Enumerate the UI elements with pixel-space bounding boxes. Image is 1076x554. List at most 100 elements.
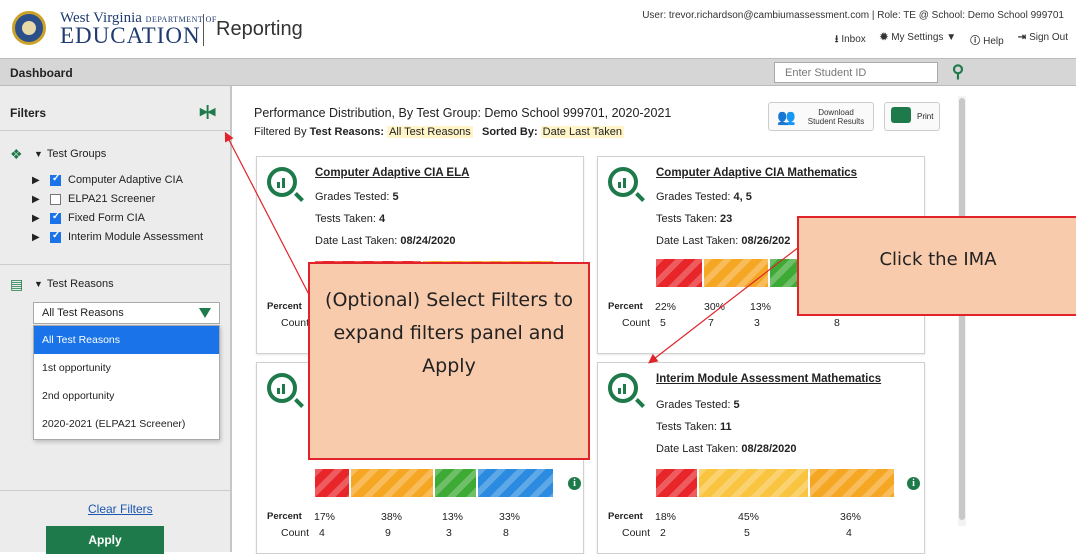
test-group-item[interactable]: ▶ Fixed Form CIA xyxy=(32,211,146,225)
info-icon[interactable]: i xyxy=(568,477,581,490)
test-reasons-icon: ▤ xyxy=(10,276,24,292)
card-title-link[interactable]: Computer Adaptive CIA ELA xyxy=(315,167,469,179)
info-icon[interactable]: i xyxy=(907,477,920,490)
percent-value: 22% xyxy=(655,301,677,313)
tests-label: Tests Taken: xyxy=(656,421,717,433)
date-last-taken: Date Last Taken: 08/24/2020 xyxy=(315,235,455,247)
date-label: Date Last Taken: xyxy=(315,235,398,247)
date-last-taken: Date Last Taken: 08/26/202 xyxy=(656,235,790,247)
card-title-link[interactable]: Interim Module Assessment Mathematics xyxy=(656,373,881,385)
level-segment xyxy=(351,469,435,497)
tests-taken: Tests Taken: 23 xyxy=(656,213,732,225)
apply-button[interactable]: Apply xyxy=(46,526,164,554)
download-label-line2: Student Results xyxy=(807,117,865,126)
inbox-link[interactable]: ⭳ Inbox xyxy=(835,32,866,49)
sorted-by-label: Sorted By: xyxy=(481,126,538,138)
card-title-link[interactable]: Computer Adaptive CIA Mathematics xyxy=(656,167,857,179)
level-segment xyxy=(656,469,700,497)
performance-bar xyxy=(656,469,896,497)
level-segment xyxy=(435,469,479,497)
count-value: 3 xyxy=(446,527,452,539)
checkbox[interactable] xyxy=(50,230,61,243)
collapse-panel-icon[interactable]: ▸|◂ xyxy=(200,102,215,120)
expand-arrow-icon[interactable]: ▶ xyxy=(32,213,40,224)
date-label: Date Last Taken: xyxy=(656,235,739,247)
sorted-by-value: Date Last Taken xyxy=(540,126,624,138)
help-link[interactable]: ⓘ Help xyxy=(970,32,1004,49)
test-reasons-toggle[interactable]: ▤ ▼ Test Reasons xyxy=(10,276,114,292)
checkbox[interactable] xyxy=(50,211,61,224)
performance-bar xyxy=(656,259,806,287)
download-label-line1: Download xyxy=(818,108,854,117)
test-reasons-label: Test Reasons xyxy=(46,278,114,290)
sign-out-link[interactable]: ⇥ Sign Out xyxy=(1018,32,1068,49)
sign-out-icon: ⇥ xyxy=(1017,32,1027,43)
printer-icon xyxy=(891,107,911,123)
test-group-item[interactable]: ▶ Interim Module Assessment xyxy=(32,230,204,244)
test-group-item[interactable]: ▶ ELPA21 Screener xyxy=(32,193,155,205)
expand-arrow-icon[interactable]: ▶ xyxy=(32,232,40,243)
magnifier-chart-icon xyxy=(267,373,297,403)
dropdown-option[interactable]: 2020-2021 (ELPA21 Screener) xyxy=(34,410,219,438)
tests-label: Tests Taken: xyxy=(315,213,376,225)
tests-value: 23 xyxy=(720,213,733,225)
date-label: Date Last Taken: xyxy=(656,443,739,455)
expanded-triangle-icon: ▼ xyxy=(34,149,43,159)
search-icon[interactable]: ⚲ xyxy=(944,62,972,83)
expand-arrow-icon[interactable]: ▶ xyxy=(32,175,40,186)
student-id-input[interactable] xyxy=(774,62,938,83)
expand-arrow-icon[interactable]: ▶ xyxy=(32,194,40,205)
grades-label: Grades Tested: xyxy=(315,191,390,203)
test-reasons-summary-value: All Test Reasons xyxy=(387,126,473,138)
dropdown-option[interactable]: All Test Reasons xyxy=(34,326,219,354)
selected-reason: All Test Reasons xyxy=(42,307,124,319)
checkbox[interactable] xyxy=(50,173,61,186)
download-student-results-button[interactable]: 👥 Download Student Results xyxy=(768,102,874,131)
count-value: 2 xyxy=(660,527,666,539)
test-group-label: Interim Module Assessment xyxy=(68,231,204,243)
filters-panel: Filters ▸|◂ ❖ ▼ Test Groups ▶ Computer Ad… xyxy=(0,86,232,554)
test-groups-toggle[interactable]: ❖ ▼ Test Groups xyxy=(10,146,106,162)
level-segment xyxy=(809,469,896,497)
percent-value: 13% xyxy=(750,301,772,313)
print-button[interactable]: Print xyxy=(884,102,940,131)
percent-value: 13% xyxy=(442,511,464,523)
filters-heading: Filters xyxy=(10,106,47,120)
test-group-label: Fixed Form CIA xyxy=(68,212,146,224)
help-label: Help xyxy=(983,36,1004,47)
test-reasons-summary-label: Test Reasons: xyxy=(309,126,385,138)
state-seal-logo xyxy=(12,11,46,45)
dropdown-option[interactable]: 2nd opportunity xyxy=(34,382,219,410)
sign-out-label: Sign Out xyxy=(1029,32,1068,43)
magnifier-chart-icon xyxy=(608,167,638,197)
divider xyxy=(0,130,230,131)
percent-value: 38% xyxy=(381,511,403,523)
level-segment xyxy=(656,259,704,287)
top-links: ⭳ Inbox ✹ My Settings ▼ ⓘ Help ⇥ Sign Out xyxy=(835,32,1068,49)
count-value: 9 xyxy=(385,527,391,539)
divider xyxy=(0,490,230,491)
count-row-label: Count xyxy=(281,317,310,329)
my-settings-link[interactable]: ✹ My Settings ▼ xyxy=(880,32,956,49)
test-group-card: Interim Module Assessment Mathematics Gr… xyxy=(597,362,925,554)
test-group-item[interactable]: ▶ Computer Adaptive CIA xyxy=(32,173,183,187)
percent-row-label: Percent xyxy=(267,511,302,522)
dropdown-option[interactable]: 1st opportunity xyxy=(34,354,219,382)
count-value: 5 xyxy=(744,527,750,539)
checkbox[interactable] xyxy=(50,193,61,205)
grades-value: 4, 5 xyxy=(733,191,752,203)
page-title: Performance Distribution, By Test Group:… xyxy=(254,106,672,120)
count-value: 4 xyxy=(319,527,325,539)
percent-value: 36% xyxy=(840,511,862,523)
count-value: 8 xyxy=(503,527,509,539)
app-header: West Virginia DEPARTMENT OF EDUCATION Re… xyxy=(0,0,1076,56)
count-value: 3 xyxy=(754,317,760,329)
test-group-label: ELPA21 Screener xyxy=(68,193,156,205)
user-role-info: User: trevor.richardson@cambiumassessmen… xyxy=(642,10,1064,21)
test-reasons-select[interactable]: All Test Reasons xyxy=(33,302,220,324)
percent-value: 30% xyxy=(704,301,726,313)
percent-value: 45% xyxy=(738,511,760,523)
clear-filters-link[interactable]: Clear Filters xyxy=(88,502,153,516)
level-segment xyxy=(704,259,770,287)
test-group-label: Computer Adaptive CIA xyxy=(68,174,183,186)
